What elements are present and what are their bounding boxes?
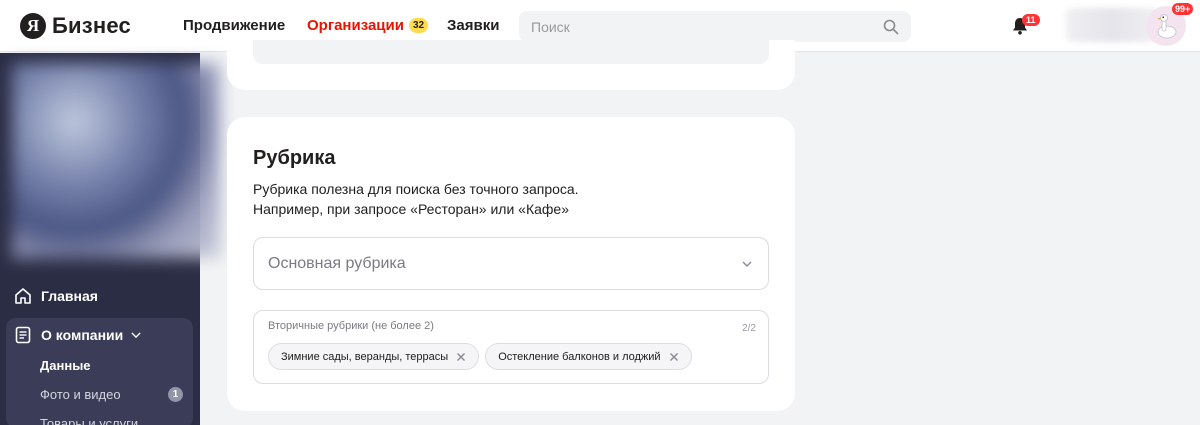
secondary-rubrics-label: Вторичные рубрики (не более 2): [268, 320, 434, 332]
photo-video-count-badge: 1: [168, 387, 183, 402]
rubric-chip-label: Зимние сады, веранды, террасы: [281, 350, 449, 363]
sidebar-subitem-photo-video[interactable]: Фото и видео: [40, 387, 121, 402]
secondary-rubrics-counter: 2/2: [742, 323, 756, 334]
logo-text: Бизнес: [52, 13, 131, 38]
rubric-title: Рубрика: [253, 147, 336, 169]
main-rubric-placeholder: Основная рубрика: [268, 254, 406, 272]
nav-promotion-label: Продвижение: [183, 17, 286, 34]
rubric-description: Рубрика полезна для поиска без точного з…: [253, 179, 579, 219]
previous-section-field: [253, 40, 769, 64]
close-icon[interactable]: [456, 352, 466, 362]
nav-organizations-label: Организации: [307, 17, 404, 34]
rubric-chip: Зимние сады, веранды, террасы: [268, 343, 480, 370]
search-box[interactable]: [519, 11, 911, 42]
secondary-rubrics-chips: Зимние сады, веранды, террасы Остекление…: [268, 343, 692, 370]
rubric-description-line-1: Рубрика полезна для поиска без точного з…: [253, 181, 579, 197]
organizations-count-badge: 32: [408, 18, 429, 33]
yandex-logo-mark: Я: [20, 13, 46, 39]
nav-promotion[interactable]: Продвижение: [183, 17, 285, 34]
sidebar-item-about-label: О компании: [41, 327, 124, 343]
sidebar-item-about[interactable]: О компании: [13, 325, 213, 345]
search-icon[interactable]: [883, 19, 899, 35]
rubric-description-line-2: Например, при запросе «Ресторан» или «Ка…: [253, 201, 570, 217]
sidebar-subitem-data[interactable]: Данные: [40, 358, 91, 373]
main-rubric-select[interactable]: Основная рубрика: [253, 237, 769, 290]
avatar-notifications-badge: 99+: [1172, 3, 1194, 15]
chevron-down-icon: [742, 261, 752, 267]
organization-card-blurred: [12, 63, 220, 258]
sidebar: Главная О компании Данные Фото и видео 1…: [0, 53, 220, 425]
document-icon: [15, 326, 31, 344]
search-input[interactable]: [531, 18, 883, 35]
nav-requests[interactable]: Заявки: [447, 17, 499, 34]
user-name-blurred: [1066, 8, 1158, 42]
sidebar-item-home[interactable]: Главная: [13, 286, 213, 306]
chevron-down-icon: [131, 332, 141, 339]
nav-organizations[interactable]: Организации 32: [307, 17, 429, 34]
sidebar-item-home-label: Главная: [41, 288, 98, 304]
rubric-chip-label: Остекление балконов и лоджий: [498, 350, 661, 363]
secondary-rubrics-field[interactable]: Вторичные рубрики (не более 2) 2/2 Зимни…: [253, 310, 769, 384]
sidebar-subitem-goods-services[interactable]: Товары и услуги: [40, 416, 138, 425]
previous-section-card: [227, 40, 795, 90]
rubric-card: Рубрика Рубрика полезна для поиска без т…: [227, 117, 795, 411]
close-icon[interactable]: [669, 352, 679, 362]
notifications-badge: 11: [1022, 14, 1040, 26]
yandex-business-logo[interactable]: Я Бизнес: [20, 13, 131, 39]
rubric-chip: Остекление балконов и лоджий: [485, 343, 692, 370]
home-icon: [15, 288, 31, 304]
goose-avatar-icon: [1157, 14, 1177, 39]
nav-requests-label: Заявки: [447, 17, 500, 34]
